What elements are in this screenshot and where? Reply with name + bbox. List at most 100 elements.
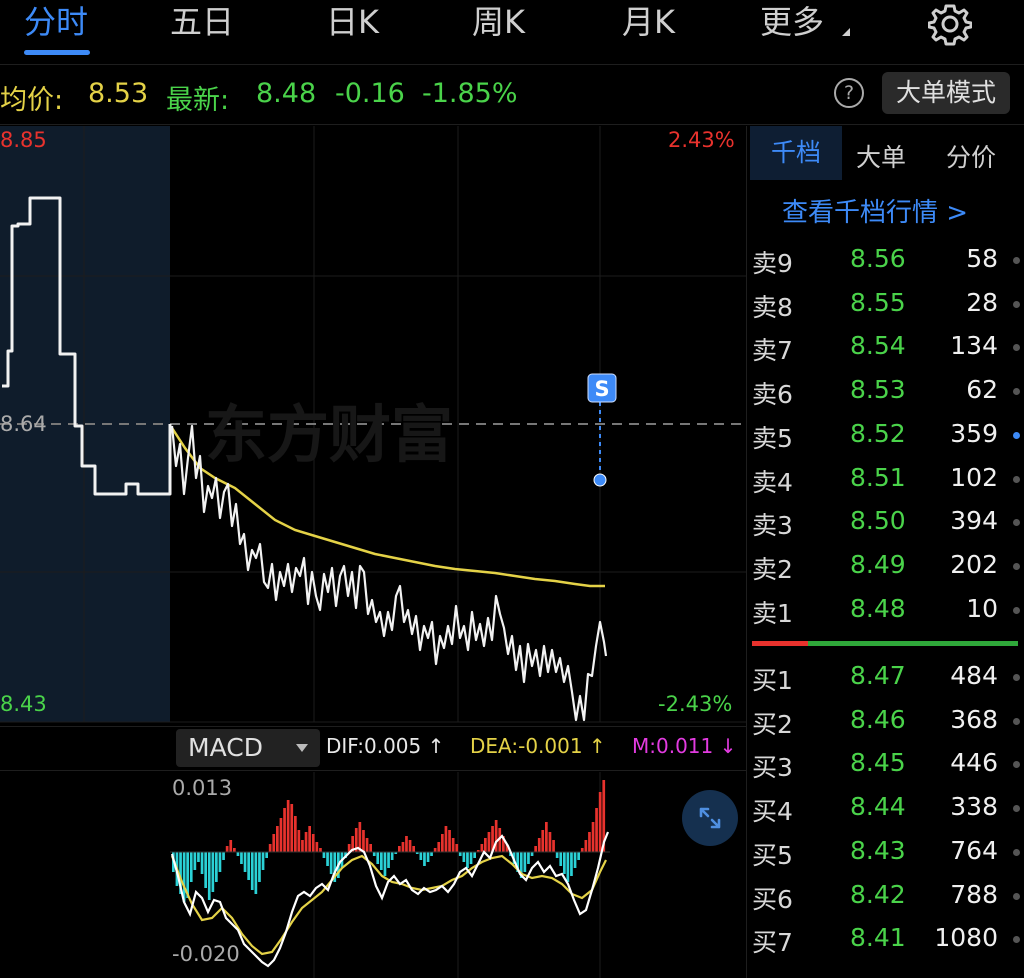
macd-bar [315, 842, 319, 852]
order-dot-icon [1013, 761, 1020, 769]
buy-row[interactable]: 买6 8.42 788 [752, 876, 1024, 916]
tab-more[interactable]: 更多 [760, 0, 824, 50]
sell-row[interactable]: 卖9 8.56 58 [752, 240, 1024, 280]
macd-bar [311, 834, 315, 852]
indicator-select[interactable]: MACD [176, 729, 320, 767]
order-price: 8.44 [850, 792, 906, 822]
order-price: 8.54 [850, 331, 906, 361]
price-low-label: 8.43 [0, 692, 47, 716]
macd-bar [283, 808, 286, 852]
latest-price-label: 最新: [166, 85, 230, 116]
order-quantity: 28 [966, 287, 998, 317]
macd-bar [276, 826, 279, 852]
order-level-label: 卖9 [752, 249, 793, 278]
tab-monthly-k[interactable]: 月K [622, 0, 675, 50]
order-quantity: 484 [950, 661, 998, 690]
macd-bar [408, 840, 412, 852]
order-level-label: 卖1 [752, 598, 793, 628]
tab-big-orders[interactable]: 大单 [856, 138, 906, 174]
sell-row[interactable]: 卖5 8.52 359 [752, 415, 1024, 455]
sell-row[interactable]: 卖7 8.54 134 [752, 327, 1024, 367]
expand-icon[interactable] [682, 790, 738, 846]
avg-price-label: 均价: [0, 85, 64, 116]
active-tab-underline [24, 50, 90, 55]
buy-row[interactable]: 买4 8.44 338 [752, 788, 1024, 828]
gear-icon[interactable] [928, 2, 972, 46]
signal-marker-dot[interactable] [593, 473, 607, 487]
buy-row[interactable]: 买5 8.43 764 [752, 832, 1024, 872]
macd-bar [319, 848, 322, 852]
macd-bar [466, 852, 469, 868]
buy-row[interactable]: 买7 8.41 1080 [752, 919, 1024, 959]
order-quantity: 764 [950, 835, 998, 865]
macd-bar [265, 852, 268, 858]
macd-bar [412, 846, 415, 852]
tab-intraday[interactable]: 分时 [24, 0, 88, 50]
sell-row[interactable]: 卖8 8.55 28 [752, 284, 1024, 324]
tab-daily-k[interactable]: 日K [326, 0, 379, 50]
macd-bar [200, 852, 204, 874]
price-high-label: 8.85 [0, 128, 47, 152]
macd-bar [294, 816, 297, 852]
order-dot-icon [1013, 892, 1020, 900]
sell-ratio-segment [752, 641, 808, 646]
tab-depth-1000[interactable]: 千档 [750, 126, 842, 180]
macd-bar [487, 832, 491, 852]
order-quantity: 394 [950, 506, 998, 536]
macd-bar [258, 852, 261, 882]
macd-bar [473, 852, 476, 858]
macd-bar [455, 844, 459, 852]
order-dot-icon [1013, 805, 1020, 813]
order-quantity: 58 [966, 244, 998, 273]
buy-row[interactable]: 买3 8.45 446 [752, 744, 1024, 784]
macd-bar [423, 852, 426, 866]
tab-price-distribution[interactable]: 分价 [946, 138, 996, 174]
sell-row[interactable]: 卖1 8.48 10 [752, 590, 1024, 630]
macd-bar [480, 844, 484, 852]
macd-bar [401, 842, 405, 852]
sell-row[interactable]: 卖4 8.51 102 [752, 459, 1024, 499]
sell-row[interactable]: 卖2 8.49 202 [752, 546, 1024, 586]
period-tabbar: 分时 五日 日K 周K 月K 更多 [0, 0, 1024, 64]
macd-bar [308, 826, 311, 852]
order-level-label: 买3 [752, 753, 793, 783]
order-price: 8.51 [850, 462, 906, 492]
divider [0, 770, 746, 771]
order-level-label: 买4 [752, 797, 793, 827]
help-icon[interactable]: ? [834, 78, 864, 108]
macd-bar [304, 832, 308, 852]
big-order-mode-button[interactable]: 大单模式 [882, 72, 1010, 114]
macd-bar [233, 848, 236, 852]
order-dot-icon [1013, 519, 1020, 527]
pct-low-label: -2.43% [658, 692, 733, 716]
macd-bar [240, 852, 243, 864]
order-dot-icon [1013, 257, 1020, 264]
macd-bar [193, 852, 197, 870]
order-quantity: 62 [966, 375, 998, 405]
order-price: 8.42 [850, 879, 906, 909]
macd-bar [484, 838, 487, 852]
view-depth-link[interactable]: 查看千档行情 > [782, 192, 968, 229]
order-price: 8.56 [850, 244, 906, 273]
order-price: 8.49 [850, 549, 906, 579]
macd-bar [380, 852, 383, 870]
sell-row[interactable]: 卖3 8.50 394 [752, 502, 1024, 542]
intraday-chart[interactable]: 东方财富 S [0, 126, 746, 726]
price-change-pct: -1.85% [422, 78, 518, 109]
sell-row[interactable]: 卖6 8.53 62 [752, 371, 1024, 411]
buy-row[interactable]: 买1 8.47 484 [752, 657, 1024, 697]
macd-chart[interactable] [0, 772, 746, 978]
order-dot-icon [1013, 562, 1020, 570]
macd-bar [236, 852, 240, 856]
macd-bar [458, 852, 462, 856]
tab-five-day[interactable]: 五日 [170, 0, 234, 50]
macd-bar [272, 834, 276, 852]
macd-bar [523, 852, 527, 872]
macd-bar [204, 852, 207, 888]
order-level-label: 买5 [752, 840, 793, 870]
buy-row[interactable]: 买2 8.46 368 [752, 701, 1024, 741]
macd-bar [247, 852, 250, 880]
order-dot-icon [1013, 475, 1020, 483]
macd-bar [566, 852, 570, 882]
tab-weekly-k[interactable]: 周K [472, 0, 525, 50]
